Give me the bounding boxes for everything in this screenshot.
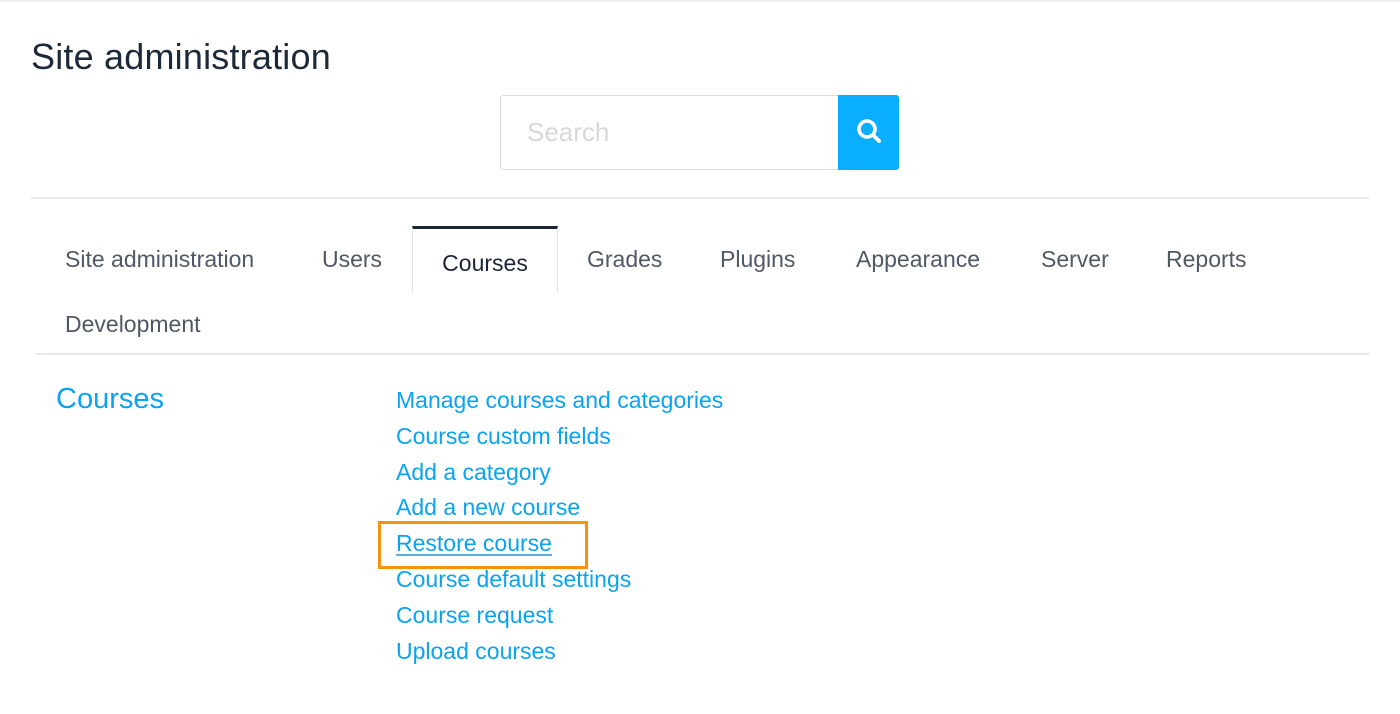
link-add-a-category[interactable]: Add a category — [396, 459, 551, 485]
tab-users[interactable]: Users — [322, 226, 382, 292]
link-add-a-new-course[interactable]: Add a new course — [396, 494, 580, 520]
link-course-default-settings[interactable]: Course default settings — [396, 566, 631, 592]
tab-development[interactable]: Development — [65, 291, 201, 357]
link-manage-courses-and-categories[interactable]: Manage courses and categories — [396, 387, 723, 413]
tab-server[interactable]: Server — [1041, 226, 1109, 292]
tabs-divider — [36, 353, 1369, 355]
list-item: Restore course — [396, 526, 723, 562]
page-title: Site administration — [31, 36, 331, 77]
tab-reports[interactable]: Reports — [1166, 226, 1247, 292]
list-item: Course request — [396, 598, 723, 634]
course-links-list: Manage courses and categories Course cus… — [396, 383, 723, 669]
search-input[interactable] — [500, 95, 838, 170]
tab-site-administration[interactable]: Site administration — [65, 226, 254, 292]
list-item: Course default settings — [396, 562, 723, 598]
list-item: Add a new course — [396, 490, 723, 526]
search-button[interactable] — [838, 95, 899, 170]
search-icon — [855, 117, 883, 148]
section-heading-courses[interactable]: Courses — [56, 383, 164, 416]
link-upload-courses[interactable]: Upload courses — [396, 638, 556, 664]
link-course-custom-fields[interactable]: Course custom fields — [396, 423, 611, 449]
tab-appearance[interactable]: Appearance — [856, 226, 980, 292]
header-divider — [31, 197, 1369, 199]
link-restore-course[interactable]: Restore course — [396, 530, 552, 556]
list-item: Add a category — [396, 455, 723, 491]
tab-plugins[interactable]: Plugins — [720, 226, 795, 292]
top-edge-divider — [0, 0, 1400, 2]
list-item: Course custom fields — [396, 419, 723, 455]
list-item: Upload courses — [396, 634, 723, 670]
list-item: Manage courses and categories — [396, 383, 723, 419]
link-course-request[interactable]: Course request — [396, 602, 553, 628]
tab-courses[interactable]: Courses — [412, 226, 558, 292]
tab-grades[interactable]: Grades — [587, 226, 662, 292]
admin-search-form — [500, 95, 899, 170]
